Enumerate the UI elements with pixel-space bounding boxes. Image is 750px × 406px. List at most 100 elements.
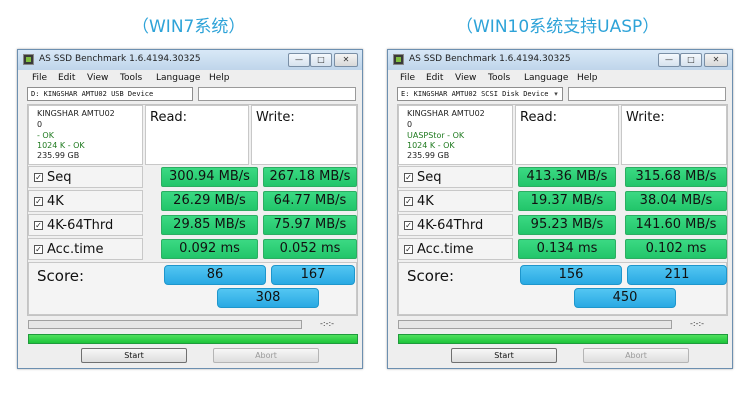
- row-label-4k[interactable]: ✓ 4K: [398, 190, 513, 212]
- caption-win10: （WIN10系统支持UASP）: [456, 17, 660, 37]
- 4k64-checkbox[interactable]: ✓: [404, 221, 413, 230]
- total-progress-bar: [398, 334, 728, 344]
- acctime-checkbox[interactable]: ✓: [404, 245, 413, 254]
- drive-info-panel: KINGSHAR AMTU02 0 - OK 1024 K - OK 235.9…: [28, 105, 143, 165]
- row-label-acctime[interactable]: ✓ Acc.time: [398, 238, 513, 260]
- read-header: Read:: [150, 110, 188, 125]
- abort-button[interactable]: Abort: [583, 348, 689, 363]
- 4k-checkbox[interactable]: ✓: [34, 197, 43, 206]
- menu-tools[interactable]: Tools: [120, 73, 142, 83]
- close-button[interactable]: ✕: [704, 53, 728, 67]
- score-total: 450: [574, 288, 676, 308]
- 4k64-write-value: 75.97 MB/s: [263, 215, 357, 235]
- menu-help[interactable]: Help: [577, 73, 598, 83]
- abort-button[interactable]: Abort: [213, 348, 319, 363]
- menu-language[interactable]: Language: [156, 73, 200, 83]
- drive-select-value: E: KINGSHAR AMTU02 SCSI Disk Device: [401, 90, 549, 98]
- menu-help[interactable]: Help: [209, 73, 230, 83]
- secondary-field[interactable]: [568, 87, 726, 101]
- seq-label: Seq: [417, 170, 442, 185]
- drive-info-panel: KINGSHAR AMTU02 0 UASPStor - OK 1024 K -…: [398, 105, 513, 165]
- 4k-label: 4K: [417, 194, 434, 209]
- benchmark-window-win7: AS SSD Benchmark 1.6.4194.30325 — □ ✕ Fi…: [17, 49, 363, 369]
- close-button[interactable]: ✕: [334, 53, 358, 67]
- 4k-checkbox[interactable]: ✓: [404, 197, 413, 206]
- read-header: Read:: [520, 110, 558, 125]
- 4k-read-value: 19.37 MB/s: [518, 191, 616, 211]
- row-label-4k[interactable]: ✓ 4K: [28, 190, 143, 212]
- window-title: AS SSD Benchmark 1.6.4194.30325: [409, 54, 571, 64]
- acctime-label: Acc.time: [47, 242, 104, 257]
- drive-select[interactable]: D: KINGSHAR AMTU02 USB Device: [27, 87, 193, 101]
- acctime-label: Acc.time: [417, 242, 474, 257]
- drive-select-value: D: KINGSHAR AMTU02 USB Device: [31, 90, 154, 98]
- drive-select[interactable]: E: KINGSHAR AMTU02 SCSI Disk Device ▾: [397, 87, 563, 101]
- elapsed-timer: -:-:-: [690, 319, 705, 328]
- acctime-read-value: 0.134 ms: [518, 239, 616, 259]
- row-label-4k64[interactable]: ✓ 4K-64Thrd: [398, 214, 513, 236]
- row-label-seq[interactable]: ✓ Seq: [28, 166, 143, 188]
- 4k64-label: 4K-64Thrd: [47, 218, 114, 233]
- read-header-cell: Read:: [145, 105, 249, 165]
- total-progress-bar: [28, 334, 358, 344]
- current-progress-bar: [398, 320, 672, 329]
- read-header-cell: Read:: [515, 105, 619, 165]
- write-header: Write:: [256, 110, 295, 125]
- acctime-write-value: 0.102 ms: [625, 239, 727, 259]
- write-header-cell: Write:: [251, 105, 357, 165]
- menu-view[interactable]: View: [87, 73, 108, 83]
- start-button[interactable]: Start: [81, 348, 187, 363]
- menu-view[interactable]: View: [455, 73, 476, 83]
- app-icon: [393, 54, 404, 65]
- 4k-write-value: 64.77 MB/s: [263, 191, 357, 211]
- secondary-field[interactable]: [198, 87, 356, 101]
- seq-checkbox[interactable]: ✓: [34, 173, 43, 182]
- alignment-status: 1024 K - OK: [407, 141, 455, 150]
- 4k64-label: 4K-64Thrd: [417, 218, 484, 233]
- write-header: Write:: [626, 110, 665, 125]
- score-label: Score:: [407, 267, 455, 285]
- 4k64-read-value: 95.23 MB/s: [518, 215, 616, 235]
- row-label-acctime[interactable]: ✓ Acc.time: [28, 238, 143, 260]
- 4k-write-value: 38.04 MB/s: [625, 191, 727, 211]
- seq-write-value: 267.18 MB/s: [263, 167, 357, 187]
- window-title: AS SSD Benchmark 1.6.4194.30325: [39, 54, 201, 64]
- 4k64-checkbox[interactable]: ✓: [34, 221, 43, 230]
- maximize-button[interactable]: □: [680, 53, 702, 67]
- menu-file[interactable]: File: [32, 73, 47, 83]
- driver-status: - OK: [37, 131, 54, 140]
- acctime-checkbox[interactable]: ✓: [34, 245, 43, 254]
- title-bar[interactable]: AS SSD Benchmark 1.6.4194.30325 — □ ✕: [388, 50, 732, 70]
- menu-language[interactable]: Language: [524, 73, 568, 83]
- write-header-cell: Write:: [621, 105, 727, 165]
- score-write: 211: [627, 265, 727, 285]
- 4k-read-value: 26.29 MB/s: [161, 191, 258, 211]
- score-read: 86: [164, 265, 266, 285]
- menu-file[interactable]: File: [400, 73, 415, 83]
- 4k-label: 4K: [47, 194, 64, 209]
- row-label-seq[interactable]: ✓ Seq: [398, 166, 513, 188]
- 4k64-write-value: 141.60 MB/s: [625, 215, 727, 235]
- seq-checkbox[interactable]: ✓: [404, 173, 413, 182]
- chevron-down-icon[interactable]: ▾: [551, 89, 561, 99]
- drive-name: KINGSHAR AMTU02: [37, 109, 115, 118]
- total-progress-fill: [399, 335, 727, 343]
- drive-size: 235.99 GB: [37, 151, 80, 160]
- maximize-button[interactable]: □: [310, 53, 332, 67]
- total-progress-fill: [29, 335, 357, 343]
- score-write: 167: [271, 265, 355, 285]
- row-label-4k64[interactable]: ✓ 4K-64Thrd: [28, 214, 143, 236]
- score-read: 156: [520, 265, 622, 285]
- drive-firmware: 0: [37, 120, 43, 129]
- start-button[interactable]: Start: [451, 348, 557, 363]
- menu-edit[interactable]: Edit: [58, 73, 75, 83]
- menu-bar: File Edit View Tools Language Help: [388, 71, 732, 86]
- title-bar[interactable]: AS SSD Benchmark 1.6.4194.30325 — □ ✕: [18, 50, 362, 70]
- minimize-button[interactable]: —: [658, 53, 680, 67]
- minimize-button[interactable]: —: [288, 53, 310, 67]
- drive-name: KINGSHAR AMTU02: [407, 109, 485, 118]
- drive-firmware: 0: [407, 120, 413, 129]
- menu-edit[interactable]: Edit: [426, 73, 443, 83]
- menu-tools[interactable]: Tools: [488, 73, 510, 83]
- results-grid: KINGSHAR AMTU02 0 - OK 1024 K - OK 235.9…: [27, 104, 358, 316]
